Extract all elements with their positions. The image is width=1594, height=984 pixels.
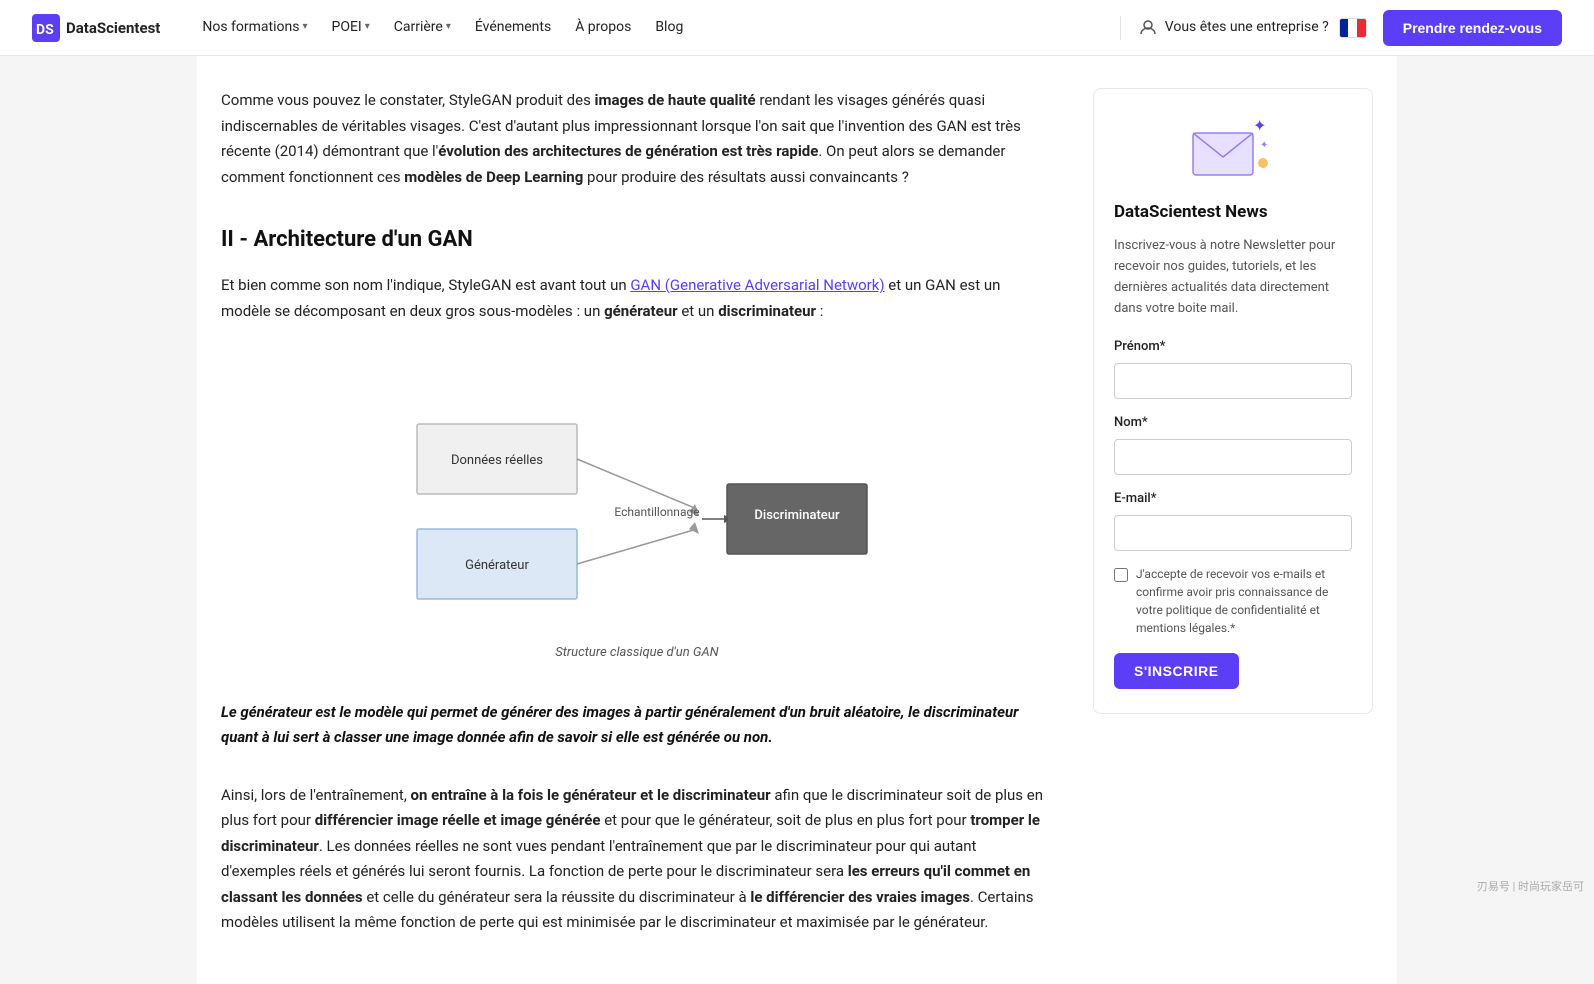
email-group: E-mail* [1114,489,1352,551]
svg-text:✦: ✦ [1253,116,1266,135]
gan-diagram-container: Données réelles Générateur Echantillonna… [221,352,1053,688]
nav-item-carriere[interactable]: Carrière ▾ [384,10,461,44]
email-label: E-mail* [1114,489,1352,510]
newsletter-icon: ✦ ✦ [1188,113,1278,183]
logo[interactable]: DS DataScientest [32,14,160,42]
page-container: Comme vous pouvez le constater, StyleGAN… [197,56,1397,984]
nav-item-blog[interactable]: Blog [645,10,693,44]
nav-item-apropos[interactable]: À propos [565,10,641,44]
sidebar: ✦ ✦ DataScientest News Inscrivez-vous à … [1093,88,1373,952]
newsletter-desc: Inscrivez-vous à notre Newsletter pour r… [1114,236,1352,319]
nav-links: Nos formations ▾ POEI ▾ Carrière ▾ Événe… [192,10,1111,44]
prenom-input[interactable] [1114,363,1352,399]
svg-text:Générateur: Générateur [465,558,529,573]
newsletter-title: DataScientest News [1114,199,1352,226]
prenom-label: Prénom* [1114,337,1352,358]
cta-button[interactable]: Prendre rendez-vous [1383,10,1562,46]
enterprise-icon [1139,18,1157,36]
gan-diagram-svg: Données réelles Générateur Echantillonna… [387,364,887,614]
chevron-down-icon: ▾ [446,19,451,35]
chevron-down-icon: ▾ [302,19,307,35]
section-intro: Et bien comme son nom l'indique, StyleGA… [221,273,1053,324]
logo-icon: DS [32,14,60,42]
flag-france[interactable] [1339,18,1367,38]
nav-enterprise[interactable]: Vous êtes une entreprise ? [1129,10,1339,44]
svg-text:Echantillonnage: Echantillonnage [614,505,699,519]
newsletter-icon-area: ✦ ✦ [1114,113,1352,183]
section-title: II - Architecture d'un GAN [221,222,1053,257]
newsletter-card: ✦ ✦ DataScientest News Inscrivez-vous à … [1093,88,1373,714]
nom-input[interactable] [1114,439,1352,475]
diagram-caption: Structure classique d'un GAN [555,643,718,664]
svg-text:✦: ✦ [1260,140,1268,151]
subscribe-button[interactable]: S'INSCRIRE [1114,653,1239,689]
svg-text:Données réelles: Données réelles [451,453,543,468]
prenom-group: Prénom* [1114,337,1352,399]
consent-checkbox[interactable] [1114,568,1128,582]
svg-text:DS: DS [36,22,54,38]
navbar: DS DataScientest Nos formations ▾ POEI ▾… [0,0,1594,56]
consent-label: J'accepte de recevoir vos e-mails et con… [1136,565,1352,637]
nav-item-formations[interactable]: Nos formations ▾ [192,10,317,44]
nom-label: Nom* [1114,413,1352,434]
main-content: Comme vous pouvez le constater, StyleGAN… [221,88,1053,952]
gan-link[interactable]: GAN (Generative Adversarial Network) [630,276,884,294]
email-input[interactable] [1114,515,1352,551]
body-text-1: Ainsi, lors de l'entraînement, on entraî… [221,783,1053,936]
intro-paragraph: Comme vous pouvez le constater, StyleGAN… [221,88,1053,190]
nav-divider [1120,16,1121,40]
nav-item-evenements[interactable]: Événements [465,10,561,44]
gan-diagram: Données réelles Générateur Echantillonna… [375,352,899,633]
svg-text:Discriminateur: Discriminateur [754,508,840,523]
quote-block: Le générateur est le modèle qui permet d… [221,696,1053,755]
consent-group: J'accepte de recevoir vos e-mails et con… [1114,565,1352,637]
chevron-down-icon: ▾ [365,19,370,35]
nav-item-poei[interactable]: POEI ▾ [322,10,380,44]
nom-group: Nom* [1114,413,1352,475]
watermark: 刃易号 | 时尚玩家岳可 [1477,878,1584,896]
